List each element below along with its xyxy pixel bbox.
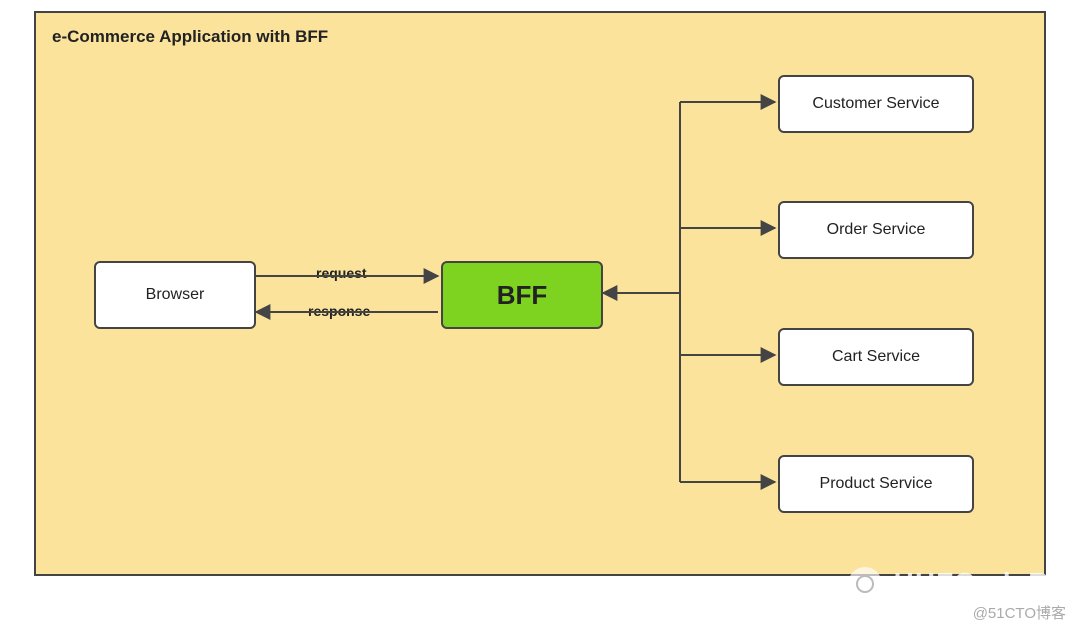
node-bff-label: BFF	[497, 280, 548, 311]
node-customer-service: Customer Service	[778, 75, 974, 133]
node-cart-service-label: Cart Service	[832, 348, 920, 366]
watermark-channel: HHFCodeRv	[894, 567, 1066, 599]
node-browser: Browser	[94, 261, 256, 329]
node-product-service-label: Product Service	[820, 475, 933, 493]
watermark-source: @51CTO博客	[973, 602, 1066, 623]
edge-label-response: response	[308, 303, 370, 319]
node-order-service-label: Order Service	[827, 221, 926, 239]
node-order-service: Order Service	[778, 201, 974, 259]
diagram-title: e-Commerce Application with BFF	[52, 27, 328, 47]
node-product-service: Product Service	[778, 455, 974, 513]
diagram-frame: e-Commerce Application with BFF Browser …	[34, 11, 1046, 576]
edge-label-request: request	[316, 265, 367, 281]
watermark-logo-icon	[848, 567, 882, 601]
node-cart-service: Cart Service	[778, 328, 974, 386]
node-bff: BFF	[441, 261, 603, 329]
node-customer-service-label: Customer Service	[812, 95, 939, 113]
node-browser-label: Browser	[146, 286, 205, 304]
